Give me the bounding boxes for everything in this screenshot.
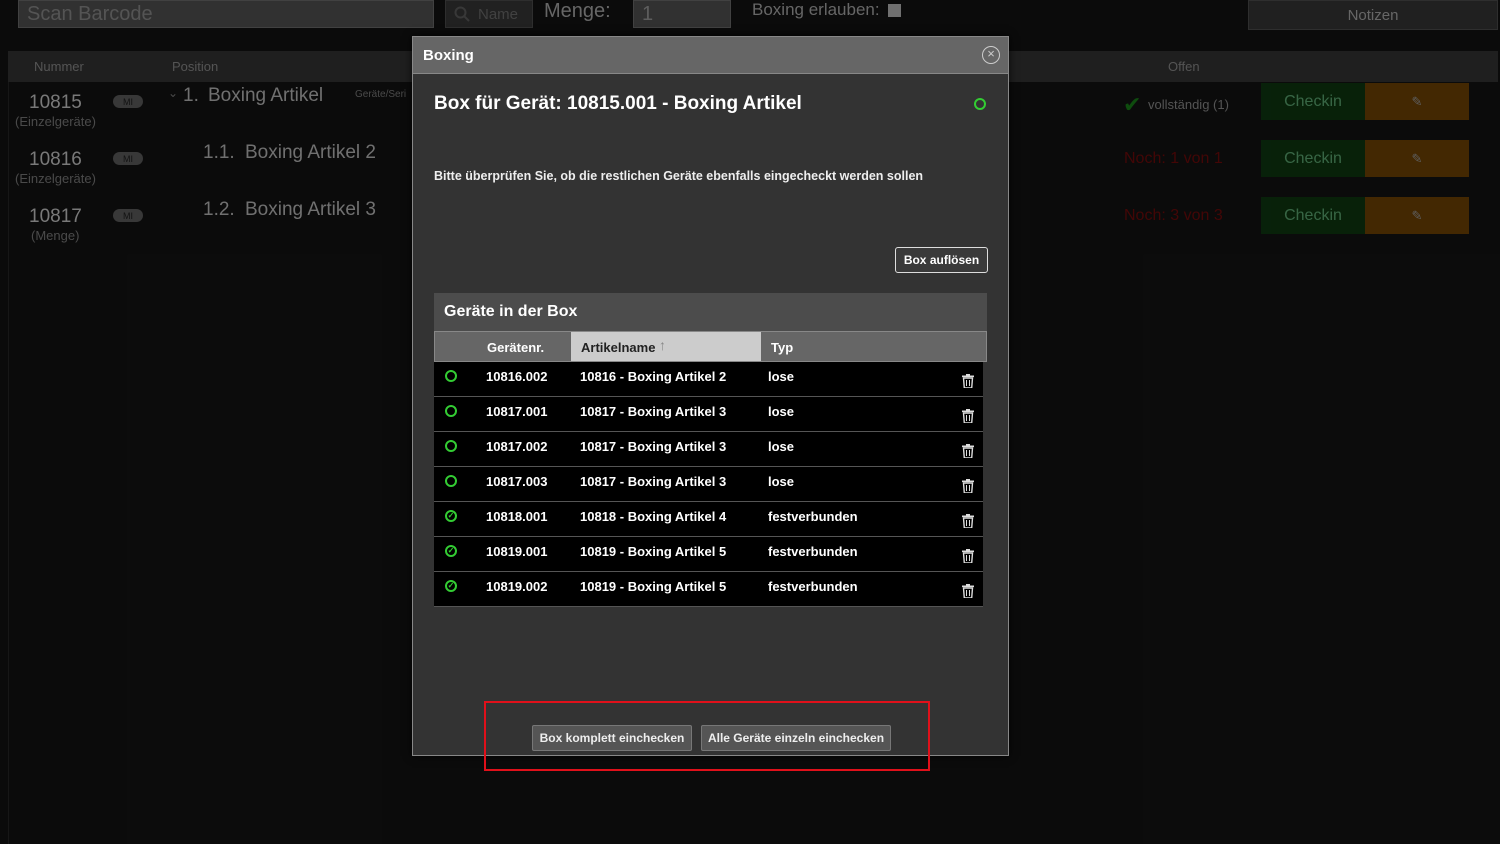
column-type[interactable]: Typ (771, 340, 793, 355)
checkin-all-devices-button[interactable]: Alle Geräte einzeln einchecken (701, 725, 891, 751)
device-number: 10817.002 (486, 439, 548, 454)
device-number: 10817.001 (486, 404, 548, 419)
column-device-number[interactable]: Gerätenr. (487, 340, 544, 355)
status-circle-icon (974, 98, 986, 110)
close-icon[interactable]: × (982, 46, 1000, 64)
sort-ascending-icon: ↑ (659, 337, 666, 353)
article-name: 10817 - Boxing Artikel 3 (580, 474, 727, 489)
trash-icon[interactable] (962, 374, 974, 388)
trash-icon[interactable] (962, 409, 974, 423)
device-row[interactable]: ✓ 10819.001 10819 - Boxing Artikel 5 festve… (434, 537, 983, 572)
device-number: 10819.001 (486, 544, 548, 559)
checkin-box-complete-button[interactable]: Box komplett einchecken (532, 725, 692, 751)
device-number: 10819.002 (486, 579, 548, 594)
trash-icon[interactable] (962, 584, 974, 598)
info-message: Bitte überprüfen Sie, ob die restlichen … (434, 169, 924, 183)
device-row[interactable]: ✓ 10818.001 10818 - Boxing Artikel 4 festve… (434, 502, 983, 537)
circle-icon (445, 405, 457, 417)
box-title: Box für Gerät: 10815.001 - Boxing Artike… (434, 93, 802, 114)
trash-icon[interactable] (962, 549, 974, 563)
check-circle-icon: ✓ (445, 510, 457, 522)
article-name: 10817 - Boxing Artikel 3 (580, 439, 727, 454)
boxing-dialog: Boxing × Box für Gerät: 10815.001 - Boxi… (412, 36, 1009, 771)
column-article-label: Artikelname (581, 340, 656, 355)
column-article-name[interactable]: Artikelname ↑ (571, 332, 761, 361)
device-row[interactable]: ✓ 10819.002 10819 - Boxing Artikel 5 festve… (434, 572, 983, 607)
highlight-frame: Box komplett einchecken Alle Geräte einz… (484, 701, 930, 771)
article-name: 10819 - Boxing Artikel 5 (580, 579, 727, 594)
check-circle-icon: ✓ (445, 545, 457, 557)
trash-icon[interactable] (962, 444, 974, 458)
box-devices-panel: Geräte in der Box Gerätenr. Artikelname … (434, 293, 987, 609)
trash-icon[interactable] (962, 479, 974, 493)
device-row[interactable]: 10817.001 10817 - Boxing Artikel 3 lose (434, 397, 983, 432)
article-name: 10816 - Boxing Artikel 2 (580, 369, 727, 384)
section-title: Geräte in der Box (434, 293, 987, 331)
circle-icon (445, 370, 457, 382)
article-name: 10819 - Boxing Artikel 5 (580, 544, 727, 559)
trash-icon[interactable] (962, 514, 974, 528)
device-type: lose (768, 369, 795, 384)
dialog-title: Boxing (423, 46, 474, 64)
device-row[interactable]: 10817.002 10817 - Boxing Artikel 3 lose (434, 432, 983, 467)
devices-table-header: Gerätenr. Artikelname ↑ Typ (434, 331, 987, 362)
article-name: 10818 - Boxing Artikel 4 (580, 509, 727, 524)
device-number: 10817.003 (486, 474, 548, 489)
devices-table-body: 10816.002 10816 - Boxing Artikel 2 lose 108… (434, 362, 987, 607)
device-type: lose (768, 474, 795, 489)
device-type: festverbunden (768, 579, 858, 594)
dialog-header: Boxing (413, 37, 1008, 74)
check-circle-icon: ✓ (445, 580, 457, 592)
dissolve-box-button[interactable]: Box auflösen (895, 247, 988, 273)
device-number: 10818.001 (486, 509, 548, 524)
device-type: lose (768, 439, 795, 454)
device-row[interactable]: 10817.003 10817 - Boxing Artikel 3 lose (434, 467, 983, 502)
article-name: 10817 - Boxing Artikel 3 (580, 404, 727, 419)
circle-icon (445, 475, 457, 487)
device-number: 10816.002 (486, 369, 548, 384)
device-type: festverbunden (768, 509, 858, 524)
device-type: festverbunden (768, 544, 858, 559)
device-type: lose (768, 404, 795, 419)
device-row[interactable]: 10816.002 10816 - Boxing Artikel 2 lose (434, 362, 983, 397)
circle-icon (445, 440, 457, 452)
